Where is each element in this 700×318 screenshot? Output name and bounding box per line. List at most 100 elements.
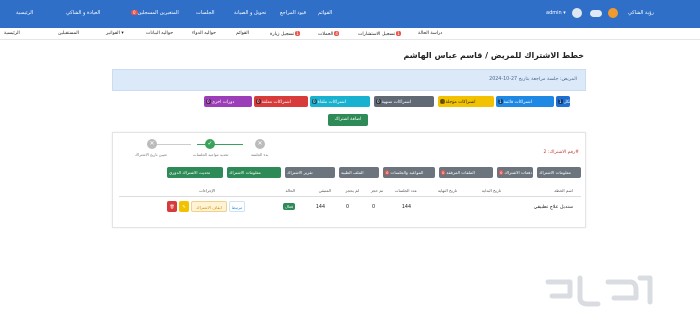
chip-count: 1: [498, 99, 503, 104]
chip-label: اشتراكات قائمة: [503, 100, 532, 105]
tab-label: تحديث الاشتراك الدوري: [169, 170, 211, 175]
menu-sessions[interactable]: الجلسات: [196, 10, 215, 16]
chip-count: 1: [558, 99, 563, 104]
chip-label: دورات اخرى: [211, 100, 235, 105]
tab-label: المواعيد والجلسات: [390, 170, 424, 175]
filter-chip[interactable]: 0 اشتراكات مؤجلة: [438, 96, 494, 107]
progress-steps: ✕ ✓ ✕ تعيين تاريخ الاشتراك تحديد مواعيد …: [135, 139, 285, 163]
toggle-switch[interactable]: [590, 10, 602, 17]
top-navbar: الرئيسية العيادة و الشاكي 0 المتغيرين الم…: [0, 0, 700, 28]
table-header: اسم الخطة تاريخ البداية تاريخ النهاية عد…: [119, 185, 581, 197]
menu-home[interactable]: الرئيسية: [16, 10, 33, 16]
tab-label: الملفات المرفقة: [446, 170, 475, 175]
subnav-medicine[interactable]: حواليه الدواء: [192, 31, 216, 36]
cell-plan: ستديل علاج تطبيقي: [533, 205, 573, 210]
chip-label: اشتراكات معلقة: [261, 100, 291, 105]
subscription-tab[interactable]: 0 المواعيد والجلسات: [383, 167, 435, 178]
subscription-tab[interactable]: 0 دفعات الاشتراك: [497, 167, 533, 178]
cell-booked: 0: [371, 205, 375, 210]
th-end: تاريخ النهاية: [437, 188, 457, 193]
menu-doctors[interactable]: 0 المتغيرين المسجلين: [130, 10, 179, 16]
step-done-icon: ✓: [205, 139, 215, 149]
th-sessions: عدد الجلسات: [394, 188, 417, 193]
step-line: [197, 144, 243, 145]
filter-chip[interactable]: 1 الكل: [556, 96, 572, 107]
tab-label: معلومات الاشتراك: [539, 170, 571, 175]
subscription-tab[interactable]: تقرير الاشتراك: [285, 167, 335, 178]
subnav-visit[interactable]: تسجيل زيارة 1: [270, 31, 301, 37]
th-plan: اسم الخطة: [554, 188, 573, 193]
sub-navbar: الرئيسية المستقبلين الفواتير ▾ حواليه ال…: [0, 28, 700, 40]
subnav-lists[interactable]: القوائم: [236, 31, 249, 36]
tab-label: الملف الطبية: [341, 170, 364, 175]
delete-icon[interactable]: 🗑: [167, 201, 177, 212]
edit-icon[interactable]: ✎: [179, 201, 189, 212]
subnav-campaigns[interactable]: الحملات 4: [318, 31, 340, 37]
subscription-tab[interactable]: 0 الملفات المرفقة: [439, 167, 493, 178]
page-title: خطط الاشتراك للمريض / قاسم عباس الهاشم: [403, 51, 585, 60]
tab-label: تقرير الاشتراك: [287, 170, 313, 175]
filter-chips: 1 الكل 1 اشتراكات قائمة 0 اشتراكات مؤجلة 0 اشتر…: [0, 96, 700, 108]
th-remaining: المتبقي: [318, 188, 331, 193]
cell-sessions: 144: [401, 205, 411, 210]
th-booked: تم حجز: [370, 188, 383, 193]
subnav-case[interactable]: دراسة الحالة: [418, 31, 442, 36]
subscription-number: رقم الاشتراك: 2#: [543, 150, 579, 155]
user-name[interactable]: رؤية الشاكي: [628, 10, 654, 16]
chip-label: اشتراكات مؤجلة: [445, 100, 476, 105]
subscription-tab[interactable]: معلومات الاشتراك: [227, 167, 281, 178]
cell-not-booked: 0: [345, 205, 349, 210]
chip-label: اشتراكات منتهية: [381, 100, 412, 105]
subscription-tab[interactable]: معلومات الاشتراك: [537, 167, 581, 178]
subscription-tab[interactable]: الملف الطبية: [339, 167, 379, 178]
chip-label: الكل: [563, 100, 572, 105]
subnav-consult[interactable]: تسجيل الاستشارات 1: [358, 31, 402, 37]
tab-count: 0: [385, 170, 390, 175]
th-status: الحالة: [285, 188, 296, 193]
filter-chip[interactable]: 1 اشتراكات قائمة: [496, 96, 554, 107]
subnav-home[interactable]: الرئيسية: [4, 31, 20, 36]
stop-subscription-button[interactable]: ايقاف الاشتراك: [191, 201, 227, 212]
subscription-tabs: تحديث الاشتراك الدوري معلومات الاشتراك تقر…: [167, 167, 581, 178]
subnav-receivers[interactable]: المستقبلين: [58, 31, 79, 36]
chip-count: 0: [256, 99, 261, 104]
step-label: تحديد مواعيد الجلسات: [193, 152, 229, 157]
table-row: ستديل علاج تطبيقي 144 0 0 144 فعال مرتبط…: [119, 199, 581, 217]
cell-remaining: 144: [315, 205, 325, 210]
subnav-invoices[interactable]: الفواتير ▾: [106, 31, 124, 36]
filter-chip[interactable]: 0 اشتراكات ملغاة: [310, 96, 370, 107]
linked-button[interactable]: مرتبط: [229, 201, 245, 212]
info-alert: المريض: جلسة مراجعة بتاريخ 27-10-2024: [112, 69, 586, 91]
chip-label: اشتراكات ملغاة: [317, 100, 346, 105]
menu-followup[interactable]: تحويل و الصيانة: [234, 10, 266, 16]
user-icon[interactable]: [608, 8, 618, 18]
admin-dropdown[interactable]: admin ▾: [546, 10, 566, 16]
tab-label: معلومات الاشتراك: [229, 170, 261, 175]
chip-count: 0: [376, 99, 381, 104]
th-actions: الإجراءات: [199, 188, 215, 193]
menu-employees[interactable]: قيود المراجع: [280, 10, 306, 16]
alert-text: المريض: جلسة مراجعة بتاريخ 27-10-2024: [489, 77, 577, 82]
th-start: تاريخ البداية: [481, 188, 501, 193]
filter-chip[interactable]: 0 دورات اخرى: [204, 96, 252, 107]
tab-label: دفعات الاشتراك: [504, 170, 533, 175]
filter-chip[interactable]: 0 اشتراكات معلقة: [254, 96, 308, 107]
subscription-tab[interactable]: تحديث الاشتراك الدوري: [167, 167, 223, 178]
step-label: تعيين تاريخ الاشتراك: [135, 152, 167, 157]
add-subscription-button[interactable]: اضافة اشتراك: [328, 114, 368, 126]
subscription-table: اسم الخطة تاريخ البداية تاريخ النهاية عد…: [119, 185, 581, 223]
filter-chip[interactable]: 0 اشتراكات منتهية: [374, 96, 434, 107]
chip-count: 0: [440, 99, 445, 104]
step-label: بدء الجلسة: [251, 152, 269, 157]
th-not-booked: لم يحجز: [345, 188, 359, 193]
step-pending-icon: ✕: [147, 139, 157, 149]
subscription-card: رقم الاشتراك: 2# ✕ ✓ ✕ تعيين تاريخ الاشت…: [112, 132, 586, 228]
chip-count: 0: [206, 99, 211, 104]
menu-reports[interactable]: القوائم: [318, 10, 332, 16]
subnav-data[interactable]: حواليه البيانات: [146, 31, 173, 36]
step-pending-icon: ✕: [255, 139, 265, 149]
menu-clinic[interactable]: العيادة و الشاكي: [66, 10, 100, 16]
tab-count: 0: [499, 170, 504, 175]
chip-count: 0: [312, 99, 317, 104]
avatar[interactable]: [572, 8, 582, 18]
